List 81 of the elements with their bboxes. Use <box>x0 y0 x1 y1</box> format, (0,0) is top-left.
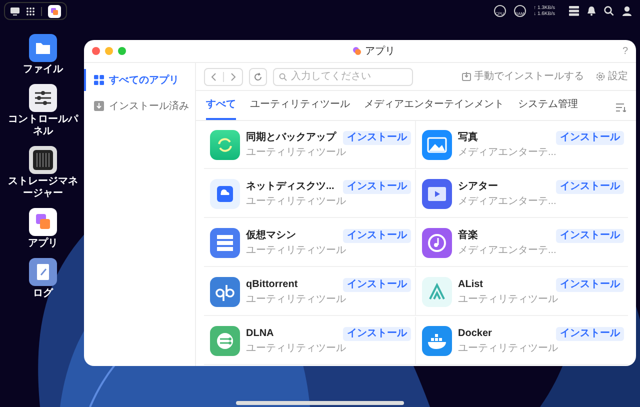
app-category: ユーティリティツール <box>458 294 559 306</box>
app-logo-icon <box>353 47 362 55</box>
desktop-icon-label[interactable]: ストレージマネージャー <box>6 176 80 200</box>
install-button[interactable]: インストール <box>343 326 411 340</box>
grid-icon <box>94 75 104 85</box>
app-icon <box>210 228 240 258</box>
install-button[interactable]: インストール <box>343 228 411 242</box>
desktop-app-icon[interactable] <box>29 208 57 236</box>
app-category: メディアエンターテ... <box>458 244 558 256</box>
window-title: アプリ <box>365 44 396 58</box>
install-button[interactable]: インストール <box>556 130 624 144</box>
app-category: ユーティリティツール <box>246 146 347 158</box>
install-button[interactable]: インストール <box>343 278 411 292</box>
app-name: 音楽 <box>458 228 479 242</box>
search-icon <box>279 72 287 80</box>
app-name: qBittorrent <box>246 278 299 290</box>
app-icon <box>422 130 452 160</box>
sidebar-item[interactable]: すべてのアプリ <box>84 69 195 91</box>
server-icon[interactable] <box>569 6 579 16</box>
app-name: 仮想マシン <box>246 228 297 242</box>
desktop-icon-label[interactable]: アプリ <box>6 238 80 250</box>
user-icon[interactable] <box>622 6 632 16</box>
app-icon <box>210 276 240 306</box>
desktop-app-icon[interactable] <box>29 258 57 286</box>
refresh-button[interactable] <box>249 68 267 86</box>
desktop-icon-label[interactable]: ファイル <box>6 64 80 76</box>
app-icon <box>422 178 452 208</box>
manual-install-button[interactable]: 手動でインストールする <box>462 69 584 84</box>
search-icon[interactable] <box>604 6 614 16</box>
app-category: ユーティリティツール <box>246 244 347 256</box>
monitor-icon[interactable] <box>10 6 20 16</box>
desktop-app-icon[interactable] <box>29 146 57 174</box>
sort-icon[interactable] <box>616 103 626 112</box>
apps-icon[interactable] <box>48 4 61 18</box>
search-input[interactable]: 入力してください <box>291 69 407 84</box>
category-tab[interactable]: すべて <box>206 97 236 120</box>
close-button[interactable] <box>92 47 100 55</box>
app-name: DLNA <box>246 326 275 340</box>
desktop-app-icon[interactable] <box>29 84 57 112</box>
app-name: AList <box>458 278 484 290</box>
app-category: メディアエンターテ... <box>458 196 558 208</box>
install-button[interactable]: インストール <box>556 278 624 292</box>
app-category: ユーティリティツール <box>246 294 347 306</box>
refresh-icon <box>253 72 263 82</box>
app-name: ネットディスクツ... <box>246 180 336 192</box>
app-category: ユーティリティツール <box>246 196 347 208</box>
bell-icon[interactable] <box>587 6 596 16</box>
desktop-app-icon[interactable] <box>29 34 57 62</box>
grid-icon[interactable] <box>26 6 35 16</box>
app-category: メディアエンターテ... <box>458 146 558 158</box>
forward-icon[interactable] <box>229 72 237 82</box>
category-tab[interactable]: システム管理 <box>518 97 578 120</box>
app-name: 写真 <box>458 130 479 144</box>
app-icon <box>422 276 452 306</box>
app-icon <box>422 326 452 356</box>
download-icon <box>94 101 104 111</box>
install-button[interactable]: インストール <box>343 130 411 144</box>
gear-icon <box>596 72 605 81</box>
install-button[interactable]: インストール <box>556 228 624 242</box>
desktop-icon-label[interactable]: ログ <box>6 288 80 300</box>
category-tab[interactable]: メディアエンターテインメント <box>364 97 504 120</box>
install-button[interactable]: インストール <box>343 180 411 194</box>
app-icon <box>210 178 240 208</box>
sidebar-item[interactable]: インストール済み <box>84 95 195 117</box>
desktop-icon-label[interactable]: コントロールパネル <box>6 114 80 138</box>
app-icon <box>422 228 452 258</box>
install-button[interactable]: インストール <box>556 326 624 340</box>
app-category: ユーティリティツール <box>458 342 559 354</box>
search-field[interactable]: 入力してください <box>273 68 413 86</box>
app-category: ユーティリティツール <box>246 342 347 354</box>
install-button[interactable]: インストール <box>556 180 624 194</box>
back-icon[interactable] <box>210 72 218 82</box>
category-tab[interactable]: ユーティリティツール <box>250 97 350 120</box>
app-icon <box>210 326 240 356</box>
app-name: 同期とバックアップ <box>246 130 338 144</box>
help-button[interactable]: ? <box>622 44 628 58</box>
app-icon <box>210 130 240 160</box>
app-name: Docker <box>458 326 493 340</box>
app-name: シアター <box>458 180 499 192</box>
download-icon <box>462 72 471 81</box>
settings-button[interactable]: 設定 <box>596 69 628 84</box>
